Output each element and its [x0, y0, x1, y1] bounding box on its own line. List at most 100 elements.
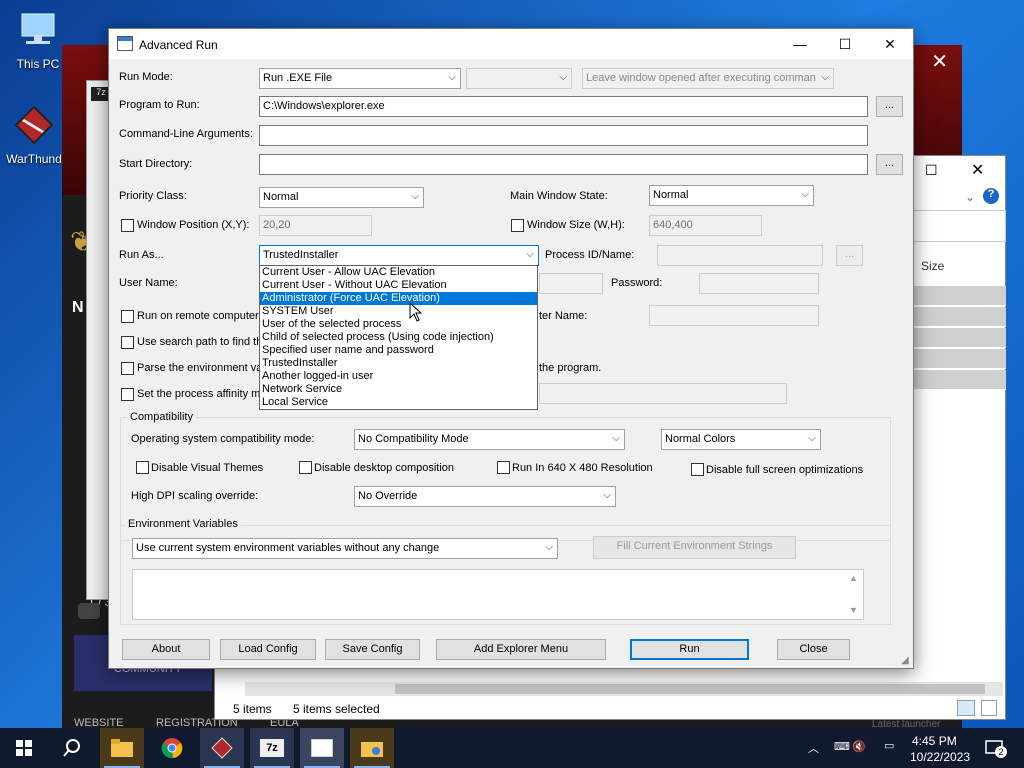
user-name-input[interactable] [539, 273, 603, 294]
resize-grip-icon[interactable]: ◢ [901, 655, 909, 666]
startdir-input[interactable] [259, 154, 868, 175]
environment-select[interactable]: Use current system environment variables… [132, 538, 558, 559]
chevron-down-icon[interactable]: ⌄ [965, 190, 975, 204]
run-as-option[interactable]: Child of selected process (Using code in… [260, 331, 537, 344]
affinity-checkbox[interactable] [121, 388, 134, 401]
load-config-button[interactable]: Load Config [220, 639, 316, 660]
program-input[interactable]: C:\Windows\explorer.exe [259, 96, 868, 117]
search-path-checkbox[interactable] [121, 336, 134, 349]
affinity-input[interactable] [539, 383, 787, 404]
search-button[interactable] [50, 728, 94, 768]
help-icon[interactable]: ? [983, 188, 999, 204]
clock-date[interactable]: 10/22/2023 [910, 750, 970, 764]
keyboard-icon[interactable]: ▭ [884, 739, 894, 752]
network-icon[interactable]: ⌨ [834, 740, 850, 753]
launcher-close-icon[interactable]: ✕ [931, 49, 948, 74]
remote-computer-checkbox[interactable] [121, 310, 134, 323]
maximize-icon[interactable]: ☐ [925, 162, 938, 179]
run-as-select[interactable]: TrustedInstaller ⌵ [259, 245, 539, 266]
tray-overflow-icon[interactable]: ︿ [808, 740, 819, 756]
search-path-label: Use search path to find th [137, 336, 263, 348]
parse-env-label: Parse the environment va [137, 362, 263, 374]
table-row[interactable] [910, 370, 1006, 390]
run-button[interactable]: Run [630, 639, 749, 660]
save-config-button[interactable]: Save Config [325, 639, 420, 660]
password-input[interactable] [699, 273, 819, 294]
run-mode-select[interactable]: Run .EXE File ⌵ [259, 68, 461, 89]
taskbar-file-explorer[interactable] [100, 728, 144, 768]
process-browse-button[interactable]: ... [836, 245, 863, 266]
taskbar-warthunder[interactable] [200, 728, 244, 768]
fill-env-button[interactable]: Fill Current Environment Strings [593, 536, 796, 559]
os-compat-select[interactable]: No Compatibility Mode ⌵ [354, 429, 625, 450]
column-header-size[interactable]: Size [921, 259, 944, 273]
taskbar-explorer-window[interactable] [350, 728, 394, 768]
clock-time[interactable]: 4:45 PM [912, 734, 957, 748]
affinity-label: Set the process affinity m [137, 388, 261, 400]
taskbar-7zip[interactable]: 7z [250, 728, 294, 768]
start-button[interactable] [2, 728, 46, 768]
table-row[interactable] [910, 286, 1006, 306]
table-row[interactable] [910, 349, 1006, 369]
youtube-icon[interactable] [78, 603, 100, 619]
disable-desktop-comp-checkbox[interactable] [299, 461, 312, 474]
priority-select[interactable]: Normal ⌵ [259, 187, 424, 208]
environment-textarea[interactable] [132, 569, 864, 620]
disable-themes-checkbox[interactable] [136, 461, 149, 474]
window-size-checkbox[interactable] [511, 219, 524, 232]
window-position-checkbox[interactable] [121, 219, 134, 232]
taskbar-chrome[interactable] [150, 728, 194, 768]
run-as-option[interactable]: Current User - Without UAC Elevation [260, 279, 537, 292]
run-as-option[interactable]: Network Service [260, 383, 537, 396]
title-bar[interactable]: Advanced Run — ☐ ✕ [109, 29, 913, 59]
colors-select[interactable]: Normal Colors ⌵ [661, 429, 821, 450]
windows-logo-icon [16, 740, 32, 756]
process-id-input[interactable] [657, 245, 823, 266]
desktop-icon-warthunder[interactable]: WarThund [0, 105, 70, 166]
add-explorer-menu-button[interactable]: Add Explorer Menu [436, 639, 606, 660]
leave-window-select[interactable]: Leave window opened after executing comm… [582, 68, 834, 89]
run-as-option[interactable]: Local Service [260, 396, 537, 409]
close-icon[interactable]: ✕ [971, 160, 984, 180]
taskbar-advanced-run[interactable] [300, 728, 344, 768]
window-size-input[interactable]: 640,400 [649, 215, 762, 236]
computer-name-input[interactable] [649, 305, 819, 326]
run-as-option[interactable]: Specified user name and password [260, 344, 537, 357]
horizontal-scrollbar[interactable] [245, 682, 1003, 696]
maximize-button[interactable]: ☐ [822, 29, 868, 59]
scroll-up-icon[interactable]: ▲ [849, 573, 858, 583]
explorer-search-box[interactable] [910, 210, 1006, 242]
close-dialog-button[interactable]: Close [777, 639, 850, 660]
program-browse-button[interactable]: ... [876, 96, 903, 117]
taskbar: 7z ︿ ⌨ 🔇 ▭ 4:45 PM 10/22/2023 2 [0, 728, 1024, 768]
run-640-checkbox[interactable] [497, 461, 510, 474]
parse-env-checkbox[interactable] [121, 362, 134, 375]
scrollbar-thumb[interactable] [395, 684, 985, 694]
details-view-icon[interactable] [957, 700, 975, 716]
large-icons-view-icon[interactable] [981, 700, 997, 716]
cmdline-input[interactable] [259, 125, 868, 146]
run-as-option[interactable]: TrustedInstaller [260, 357, 537, 370]
run-mode-label: Run Mode: [119, 71, 173, 83]
main-window-state-select[interactable]: Normal ⌵ [649, 185, 814, 206]
table-row[interactable] [910, 328, 1006, 348]
volume-muted-icon[interactable]: 🔇 [852, 740, 866, 753]
run-as-option-highlighted[interactable]: Administrator (Force UAC Elevation) [260, 292, 537, 305]
run-mode-secondary-select[interactable]: ⌵ [466, 68, 572, 89]
run-as-option[interactable]: User of the selected process [260, 318, 537, 331]
minimize-button[interactable]: — [777, 29, 823, 59]
startdir-browse-button[interactable]: ... [876, 154, 903, 175]
scroll-down-icon[interactable]: ▼ [849, 605, 858, 615]
disable-themes-label: Disable Visual Themes [151, 462, 264, 474]
high-dpi-select[interactable]: No Override ⌵ [354, 486, 616, 507]
disable-desktop-comp-label: Disable desktop composition [314, 462, 455, 474]
notification-button[interactable]: 2 [984, 738, 1007, 758]
window-position-input[interactable]: 20,20 [259, 215, 372, 236]
close-button[interactable]: ✕ [867, 29, 913, 59]
run-as-option[interactable]: Another logged-in user [260, 370, 537, 383]
table-row[interactable] [910, 307, 1006, 327]
run-as-option[interactable]: Current User - Allow UAC Elevation [260, 266, 537, 279]
run-as-option[interactable]: SYSTEM User [260, 305, 537, 318]
disable-fullscreen-checkbox[interactable] [691, 463, 704, 476]
about-button[interactable]: About [122, 639, 210, 660]
